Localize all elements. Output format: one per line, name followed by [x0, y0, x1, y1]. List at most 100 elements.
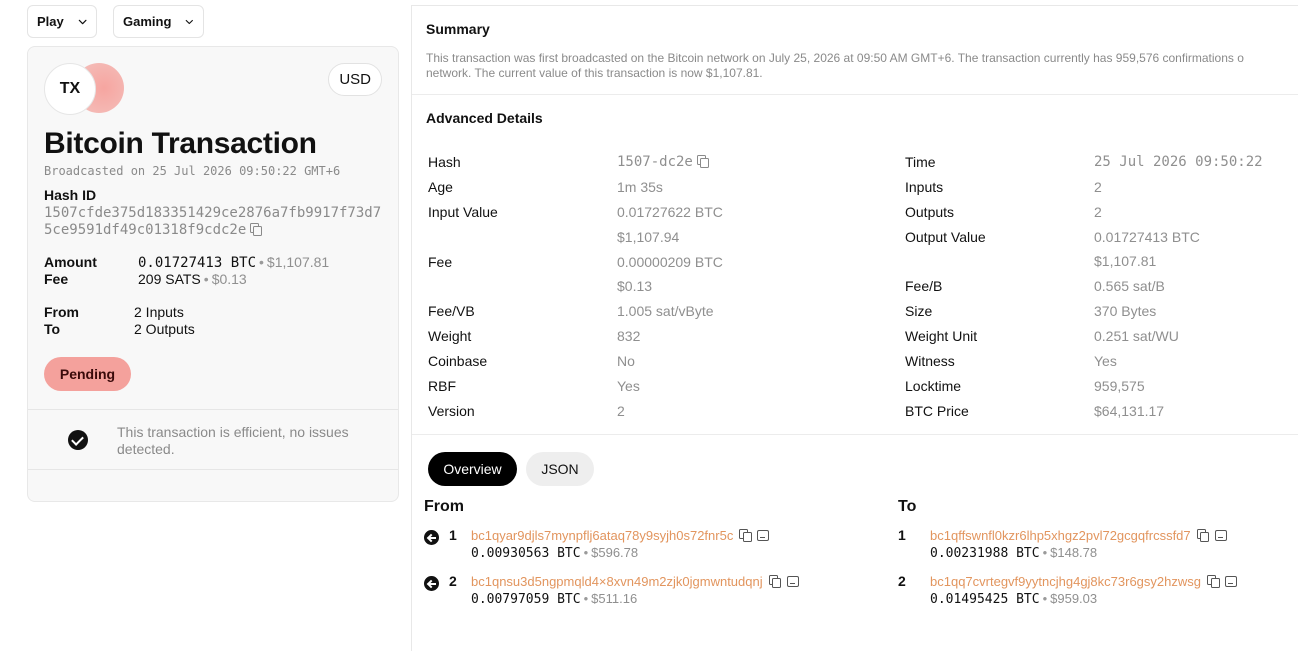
witness-key: Witness: [905, 353, 955, 369]
divider: [412, 94, 1298, 95]
copy-icon[interactable]: [768, 575, 782, 588]
rbf-value: Yes: [617, 378, 640, 394]
from-item-address: bc1qyar9djls7mynpflj6ataq78y9syjh0s72fnr…: [471, 528, 770, 543]
check-circle-icon: [68, 430, 88, 450]
summary-line-2: network. The current value of this trans…: [426, 66, 763, 80]
to-item-amount: 0.00231988 BTC • $148.78: [930, 545, 1098, 561]
play-dropdown[interactable]: Play: [27, 5, 97, 38]
details-panel: Summary This transaction was first broad…: [411, 5, 1298, 651]
page-title: Bitcoin Transaction: [44, 127, 317, 160]
version-value: 2: [617, 403, 625, 419]
from-item-address: bc1qnsu3d5ngpmqld4×8xvn49m2zjk0jgmwntudq…: [471, 574, 799, 589]
chevron-down-icon: [186, 19, 194, 24]
weight-unit-value: 0.251 sat/WU: [1094, 328, 1179, 344]
copy-icon[interactable]: [1207, 575, 1220, 588]
to-item-btc: 0.01495425 BTC: [930, 592, 1040, 607]
output-value-key: Output Value: [905, 229, 986, 245]
feevb-key: Fee/VB: [428, 303, 475, 319]
amount-label: Amount: [44, 254, 97, 270]
efficiency-message: This transaction is efficient, no issues…: [117, 424, 349, 457]
hash-short-value: 1507-dc2e: [617, 154, 709, 170]
tx-logo-badge: TX: [44, 63, 96, 115]
to-address-link[interactable]: bc1qffswnfl0kzr6lhp5xhgz2pvl72gcgqfrcssf…: [930, 528, 1191, 543]
from-item-usd: $511.16: [591, 591, 638, 606]
explorer-icon[interactable]: [1225, 576, 1237, 587]
fee-usd: $0.13: [211, 271, 247, 287]
hash-id-label: Hash ID: [44, 187, 97, 203]
btc-price-value: $64,131.17: [1094, 403, 1165, 419]
witness-value: Yes: [1094, 353, 1117, 369]
chevron-down-icon: [78, 19, 87, 24]
from-item-btc: 0.00797059 BTC: [471, 592, 581, 607]
from-address-link[interactable]: bc1qnsu3d5ngpmqld4×8xvn49m2zjk0jgmwntudq…: [471, 574, 763, 589]
amount-usd: $1,107.81: [266, 254, 330, 270]
to-item-amount: 0.01495425 BTC • $959.03: [930, 591, 1098, 607]
fee-usd-value: $0.13: [617, 278, 653, 294]
from-title: From: [424, 498, 464, 515]
tx-logo: TX: [44, 63, 124, 117]
inputs-value: 2: [1094, 179, 1102, 195]
hash-short-text: 1507-dc2e: [617, 154, 693, 170]
explorer-icon[interactable]: [1214, 530, 1227, 541]
feeb-key: Fee/B: [905, 278, 943, 294]
hash-id-value: 1507cfde375d183351429ce2876a7fb9917f73d7…: [44, 205, 384, 239]
input-value-btc: 0.01727622 BTC: [617, 204, 723, 220]
from-label: From: [44, 304, 79, 320]
from-address-link[interactable]: bc1qyar9djls7mynpflj6ataq78y9syjh0s72fnr…: [471, 528, 733, 543]
locktime-value: 959,575: [1094, 378, 1145, 394]
copy-icon[interactable]: [739, 529, 752, 542]
fee-value: 209 SATS • $0.13: [138, 271, 247, 287]
from-item-btc: 0.00930563 BTC: [471, 546, 581, 561]
fee-sats: 209 SATS: [138, 271, 201, 287]
gaming-dropdown[interactable]: Gaming: [113, 5, 204, 38]
weight-unit-key: Weight Unit: [905, 328, 978, 344]
size-key: Size: [905, 303, 933, 319]
btc-price-key: BTC Price: [905, 403, 969, 419]
copy-icon[interactable]: [696, 155, 709, 168]
weight-value: 832: [617, 328, 641, 344]
from-item-amount: 0.00797059 BTC • $511.16: [471, 591, 638, 607]
input-value-key: Input Value: [428, 204, 498, 220]
inputs-key: Inputs: [905, 179, 944, 195]
time-key: Time: [905, 154, 936, 170]
arrow-left-icon: [424, 576, 439, 591]
coinbase-key: Coinbase: [428, 353, 488, 369]
age-key: Age: [428, 179, 453, 195]
status-badge: Pending: [44, 357, 131, 391]
to-address-link[interactable]: bc1qq7cvrtegvf9yytncjhg4gj8kc73r6gsy2hzw…: [930, 574, 1201, 589]
from-inputs-link[interactable]: 2 Inputs: [134, 304, 184, 320]
summary-text: This transaction was first broadcasted o…: [426, 51, 1298, 81]
tab-json[interactable]: JSON: [526, 452, 594, 486]
to-title: To: [898, 498, 917, 515]
explorer-icon[interactable]: [757, 530, 770, 541]
transaction-card: TX USD Bitcoin Transaction Broadcasted o…: [27, 46, 399, 502]
weight-key: Weight: [428, 328, 472, 344]
input-value-usd: $1,107.94: [617, 229, 680, 245]
from-item-usd: $596.78: [591, 545, 639, 560]
copy-icon[interactable]: [250, 223, 263, 236]
from-item-number: 2: [449, 573, 457, 589]
play-dropdown-label: Play: [37, 14, 64, 29]
to-item-address: bc1qffswnfl0kzr6lhp5xhgz2pvl72gcgqfrcssf…: [930, 528, 1227, 543]
version-key: Version: [428, 403, 475, 419]
tab-overview[interactable]: Overview: [428, 452, 517, 486]
to-outputs-link[interactable]: 2 Outputs: [134, 321, 195, 337]
summary-line-1: This transaction was first broadcasted o…: [426, 51, 1244, 65]
amount-value: 0.01727413 BTC • $1,107.81: [138, 254, 330, 271]
age-value: 1m 35s: [617, 179, 663, 195]
outputs-key: Outputs: [905, 204, 955, 220]
feevb-value: 1.005 sat/vByte: [617, 303, 714, 319]
to-item-number: 2: [898, 573, 906, 589]
explorer-icon[interactable]: [786, 576, 799, 587]
output-value-btc: 0.01727413 BTC: [1094, 229, 1200, 245]
copy-icon[interactable]: [1196, 529, 1210, 542]
to-item-usd: $959.03: [1050, 591, 1098, 606]
from-item-amount: 0.00930563 BTC • $596.78: [471, 545, 639, 561]
to-item-number: 1: [898, 527, 906, 543]
currency-button[interactable]: USD: [328, 63, 382, 96]
arrow-left-icon: [424, 530, 439, 545]
fee-label: Fee: [44, 271, 69, 287]
to-item-address: bc1qq7cvrtegvf9yytncjhg4gj8kc73r6gsy2hzw…: [930, 574, 1237, 589]
output-value-usd: $1,107.81: [1094, 253, 1157, 269]
locktime-key: Locktime: [905, 378, 962, 394]
